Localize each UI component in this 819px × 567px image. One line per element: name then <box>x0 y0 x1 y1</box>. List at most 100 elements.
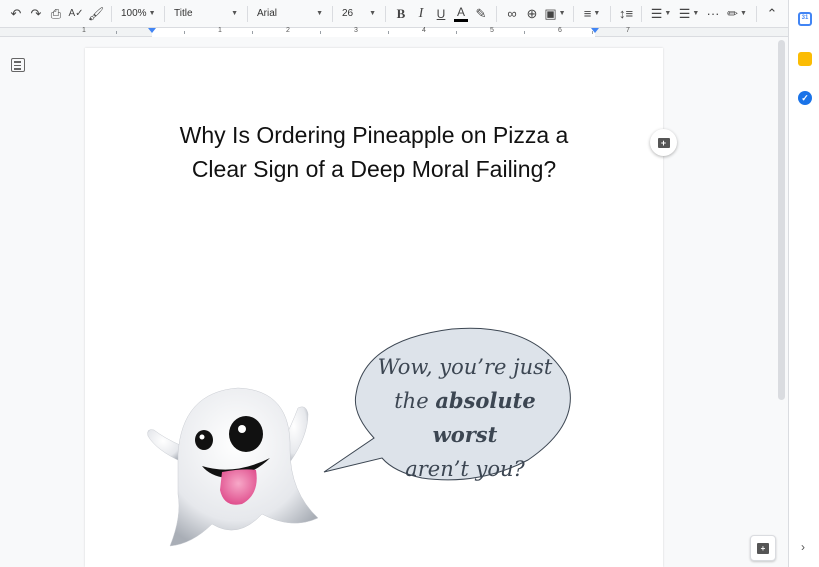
ruler-number: 1 <box>82 27 86 34</box>
ruler-tick <box>388 31 389 34</box>
ruler-tick <box>184 31 185 34</box>
italic-button[interactable]: I <box>411 3 431 25</box>
highlighter-icon[interactable]: ✎ <box>471 3 491 25</box>
title-line-2: Clear Sign of a Deep Moral Failing? <box>191 156 557 182</box>
numbered-list-icon[interactable]: ☰ ▼ <box>647 3 675 25</box>
chevron-down-icon: ▼ <box>558 10 566 17</box>
zoom-value: 100% <box>121 8 147 19</box>
vertical-scrollbar[interactable] <box>778 40 785 400</box>
page-title[interactable]: Why Is Ordering Pineapple on Pizza a Cle… <box>85 118 663 186</box>
zoom-select[interactable]: 100% ▼ <box>117 3 159 25</box>
ruler-tick <box>320 31 321 34</box>
chevron-down-icon: ▼ <box>664 10 672 17</box>
font-size-value: 26 <box>342 8 354 19</box>
side-panel: 31 ✓ › <box>788 0 819 567</box>
toolbar-divider <box>756 5 757 22</box>
font-select[interactable]: Arial ▼ <box>253 3 327 25</box>
ruler[interactable]: 1 1 2 3 4 5 6 7 <box>0 27 788 37</box>
ruler-tick <box>456 31 457 34</box>
style-select[interactable]: Title ▼ <box>170 3 242 25</box>
add-comment-icon[interactable]: ⊕ <box>522 3 542 25</box>
toolbar-divider <box>610 5 611 22</box>
ruler-number: 4 <box>422 27 426 34</box>
chevron-down-icon: ▼ <box>692 10 700 17</box>
chevron-down-icon: ▼ <box>316 10 323 17</box>
calendar-icon[interactable]: 31 <box>798 12 812 26</box>
bubble-line-2-bold: absolute worst <box>432 388 536 447</box>
ruler-number: 6 <box>558 27 562 34</box>
align-left-icon[interactable]: ≡ ▼ <box>579 3 605 25</box>
chevron-right-icon[interactable]: › <box>801 540 805 554</box>
bulleted-list-icon[interactable]: ☰ ▼ <box>675 3 703 25</box>
add-comment-icon: + <box>657 137 670 148</box>
ruler-number: 5 <box>490 27 494 34</box>
tasks-icon[interactable]: ✓ <box>798 91 812 105</box>
text-color-label: A <box>456 4 465 19</box>
text-color-icon: A <box>454 6 468 22</box>
bold-button[interactable]: B <box>391 3 411 25</box>
bubble-line-2-pre: the <box>394 389 436 413</box>
ghost-left-arm <box>147 429 183 463</box>
image-icon[interactable]: ▣ ▼ <box>542 3 568 25</box>
outline-line <box>14 64 21 66</box>
ghost-right-eye <box>229 416 263 452</box>
document-outline-icon[interactable] <box>11 58 25 72</box>
toolbar-divider <box>385 5 386 22</box>
underline-button[interactable]: U <box>431 3 451 25</box>
chevron-up-icon[interactable]: ⌃ <box>762 3 782 25</box>
text-color-swatch <box>454 18 468 22</box>
redo-icon[interactable]: ↷ <box>26 3 46 25</box>
outline-line <box>14 68 21 70</box>
paint-format-icon[interactable]: 🖌 <box>86 3 106 25</box>
ruler-number: 7 <box>626 27 630 34</box>
toolbar-divider <box>111 5 112 22</box>
bubble-line-1: Wow, you’re just <box>377 355 553 379</box>
ruler-number: 2 <box>286 27 290 34</box>
right-indent-marker[interactable] <box>591 28 599 33</box>
left-indent-marker[interactable] <box>148 28 156 33</box>
line-spacing-icon[interactable]: ↕≡ <box>616 3 636 25</box>
spellcheck-icon[interactable]: A✓ <box>66 3 86 25</box>
font-size-select[interactable]: 26 ▼ <box>338 3 380 25</box>
title-line-1: Why Is Ordering Pineapple on Pizza a <box>179 122 569 148</box>
bubble-line-3: aren’t you? <box>405 457 525 481</box>
explore-button[interactable]: + <box>750 535 776 561</box>
pencil-icon[interactable]: ✏ ▼ <box>723 3 751 25</box>
chevron-down-icon: ▼ <box>369 10 376 17</box>
ruler-tick <box>252 31 253 34</box>
outline-line <box>14 61 21 63</box>
ruler-tick <box>116 31 117 34</box>
chevron-down-icon: ▼ <box>739 10 747 17</box>
chevron-down-icon: ▼ <box>231 10 238 17</box>
undo-icon[interactable]: ↶ <box>6 3 26 25</box>
chevron-down-icon: ▼ <box>593 10 601 17</box>
toolbar: ↶ ↷ ⎙ A✓ 🖌 100% ▼ Title ▼ Arial ▼ 26 ▼ B I U… <box>0 0 788 27</box>
ghost-icon <box>147 387 319 547</box>
print-icon[interactable]: ⎙ <box>46 3 66 25</box>
speech-bubble-text: Wow, you’re just the absolute worst aren… <box>360 350 570 486</box>
explore-icon: + <box>757 542 769 554</box>
ghost-right-eye-shine <box>238 425 246 433</box>
ruler-number: 1 <box>218 27 222 34</box>
ghost-body <box>169 387 319 547</box>
style-value: Title <box>174 8 193 19</box>
chevron-down-icon: ▼ <box>148 10 156 17</box>
toolbar-divider <box>164 5 165 22</box>
add-comment-button[interactable]: + <box>650 129 677 156</box>
docs-app: ↶ ↷ ⎙ A✓ 🖌 100% ▼ Title ▼ Arial ▼ 26 ▼ B I U… <box>0 0 819 567</box>
text-color-button[interactable]: A <box>451 3 471 25</box>
toolbar-divider <box>496 5 497 22</box>
bubble-line-2: the absolute worst <box>360 384 570 452</box>
toolbar-divider <box>247 5 248 22</box>
toolbar-divider <box>332 5 333 22</box>
more-button[interactable]: ··· <box>703 3 723 25</box>
ruler-number: 3 <box>354 27 358 34</box>
ghost-left-eye-shine <box>199 434 205 440</box>
toolbar-divider <box>573 5 574 22</box>
ruler-tick <box>524 31 525 34</box>
ghost-left-eye <box>195 430 213 450</box>
toolbar-divider <box>641 5 642 22</box>
link-icon[interactable]: ∞ <box>502 3 522 25</box>
font-value: Arial <box>257 8 278 19</box>
keep-icon[interactable] <box>798 52 812 66</box>
